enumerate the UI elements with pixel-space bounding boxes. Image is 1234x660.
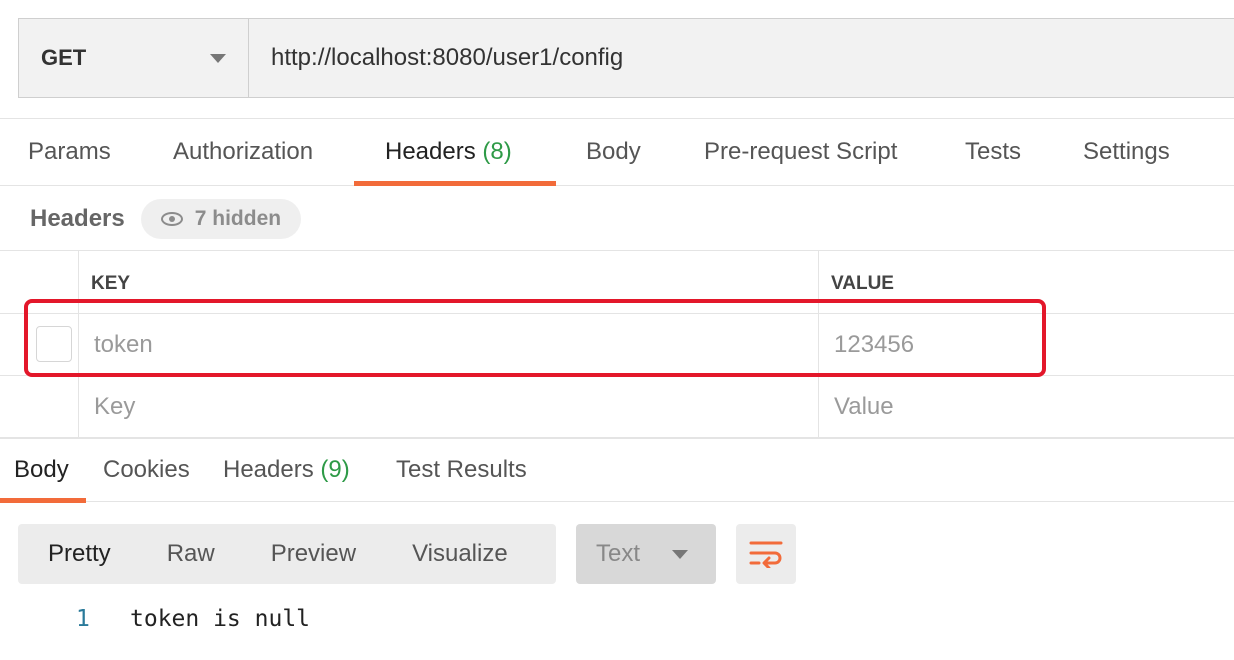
view-raw-button[interactable]: Raw xyxy=(139,524,243,584)
tab-authorization[interactable]: Authorization xyxy=(173,119,313,185)
tab-response-headers[interactable]: Headers (9) xyxy=(223,439,350,501)
hidden-headers-toggle[interactable]: 7 hidden xyxy=(140,199,302,239)
line-number: 1 xyxy=(76,606,90,632)
tab-count: (8) xyxy=(482,138,512,165)
tab-headers[interactable]: Headers (8) xyxy=(385,119,512,185)
tab-label: Params xyxy=(28,138,111,165)
view-preview-button[interactable]: Preview xyxy=(243,524,384,584)
wrap-lines-button[interactable] xyxy=(736,524,796,584)
tab-label: Pre-request Script xyxy=(704,138,898,165)
response-code-line: token is null xyxy=(130,606,311,632)
new-key-input[interactable]: Key xyxy=(94,393,135,421)
headers-subheader: Headers 7 hidden xyxy=(30,198,302,240)
active-tab-indicator xyxy=(354,181,556,186)
chevron-down-icon xyxy=(210,53,226,63)
url-input[interactable]: http://localhost:8080/user1/config xyxy=(249,19,1234,97)
tab-label: Headers xyxy=(223,456,314,483)
tab-params[interactable]: Params xyxy=(28,119,111,185)
view-visualize-button[interactable]: Visualize xyxy=(384,524,536,584)
method-label: GET xyxy=(41,45,87,70)
tab-label: Tests xyxy=(965,138,1022,165)
format-select[interactable]: Text xyxy=(576,524,716,584)
column-header-key: KEY xyxy=(91,273,131,294)
column-header-value: VALUE xyxy=(831,273,894,294)
hidden-count-label: 7 hidden xyxy=(194,207,282,230)
tab-count: (9) xyxy=(320,456,350,483)
tab-tests[interactable]: Tests xyxy=(965,119,1021,185)
tab-label: Body xyxy=(14,456,69,483)
tab-label: Settings xyxy=(1083,138,1170,165)
tab-label: Cookies xyxy=(103,456,190,483)
format-label: Text xyxy=(596,540,641,567)
active-tab-indicator xyxy=(0,498,86,503)
view-mode-group: Pretty Raw Preview Visualize xyxy=(18,524,556,584)
tab-label: Body xyxy=(586,138,641,165)
new-value-input[interactable]: Value xyxy=(834,393,894,421)
wrap-lines-icon xyxy=(749,541,783,568)
tab-body[interactable]: Body xyxy=(586,119,641,185)
chevron-down-icon xyxy=(672,549,688,559)
highlight-box xyxy=(24,299,1046,377)
tab-label: Authorization xyxy=(173,138,314,165)
tab-label: Test Results xyxy=(396,456,527,483)
tab-pre-request-script[interactable]: Pre-request Script xyxy=(704,119,897,185)
tab-test-results[interactable]: Test Results xyxy=(396,439,527,501)
headers-title: Headers xyxy=(30,205,125,232)
eye-icon xyxy=(160,212,183,226)
tab-settings[interactable]: Settings xyxy=(1083,119,1170,185)
request-bar: GET http://localhost:8080/user1/config xyxy=(18,18,1234,98)
view-pretty-button[interactable]: Pretty xyxy=(18,524,139,584)
method-select[interactable]: GET xyxy=(19,19,249,97)
tab-cookies[interactable]: Cookies xyxy=(103,439,190,501)
request-tabs: Params Authorization Headers (8) Body Pr… xyxy=(0,118,1234,186)
tab-label: Headers xyxy=(385,138,476,165)
response-tabs: Body Cookies Headers (9) Test Results xyxy=(0,438,1234,503)
tab-response-body[interactable]: Body xyxy=(14,439,69,501)
